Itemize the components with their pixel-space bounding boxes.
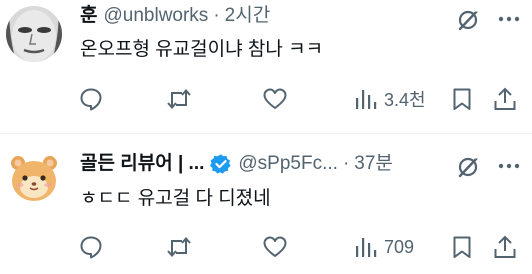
more-icon[interactable] [496, 153, 522, 179]
separator: · [342, 153, 350, 174]
display-name[interactable]: 골든 리뷰어 | ... [80, 152, 204, 176]
grok-icon[interactable] [456, 6, 482, 32]
verified-badge-icon[interactable] [210, 153, 232, 175]
action-bar: 3.4천 [0, 84, 532, 114]
avatar[interactable] [6, 6, 62, 62]
reply-icon [80, 88, 102, 111]
tweet[interactable]: 골든 리뷰어 | ... @sPp5Fc... · 37분 ㅎㄷㄷ 유고걸 다 … [0, 134, 532, 274]
display-name[interactable]: 훈 [80, 4, 97, 28]
like-icon [263, 88, 287, 109]
reply-icon [80, 236, 102, 259]
share-button[interactable] [492, 84, 518, 114]
views-count: 709 [384, 236, 415, 257]
share-icon [494, 235, 516, 258]
views-icon [356, 238, 377, 257]
tweet-text: 온오프형 유교걸이냐 참나 ㅋㅋ [80, 39, 324, 60]
tweet-text: ㅎㄷㄷ 유고걸 다 디졌네 [80, 188, 271, 209]
bookmark-icon [453, 88, 471, 110]
share-button[interactable] [492, 232, 518, 262]
like-button[interactable] [262, 232, 288, 262]
user-handle[interactable]: @unblworks [103, 4, 208, 28]
grok-icon[interactable] [456, 153, 482, 179]
timestamp[interactable]: 2시간 [225, 4, 271, 28]
bookmark-button[interactable] [449, 232, 475, 262]
user-handle[interactable]: @sPp5Fc... [238, 152, 338, 176]
separator: · [213, 5, 220, 26]
views-count: 3.4천 [384, 90, 426, 110]
tweet[interactable]: 훈 @unblworks · 2시간 온오프형 유교걸이냐 참나 ㅋㅋ 3.4천 [0, 0, 532, 133]
more-icon[interactable] [496, 6, 522, 32]
reply-button[interactable] [78, 232, 104, 262]
repost-icon [167, 236, 191, 258]
bookmark-icon [453, 236, 471, 258]
repost-icon [167, 88, 191, 110]
avatar[interactable] [6, 149, 62, 205]
like-button[interactable] [262, 84, 288, 114]
views-button[interactable]: 709 [352, 232, 414, 262]
views-button[interactable]: 3.4천 [352, 84, 426, 114]
repost-button[interactable] [166, 84, 192, 114]
bookmark-button[interactable] [449, 84, 475, 114]
repost-button[interactable] [166, 232, 192, 262]
share-icon [494, 87, 516, 110]
reply-button[interactable] [78, 84, 104, 114]
like-icon [263, 236, 287, 257]
views-icon [356, 90, 377, 109]
action-bar: 709 [0, 232, 532, 262]
timestamp[interactable]: 37분 [354, 152, 393, 176]
